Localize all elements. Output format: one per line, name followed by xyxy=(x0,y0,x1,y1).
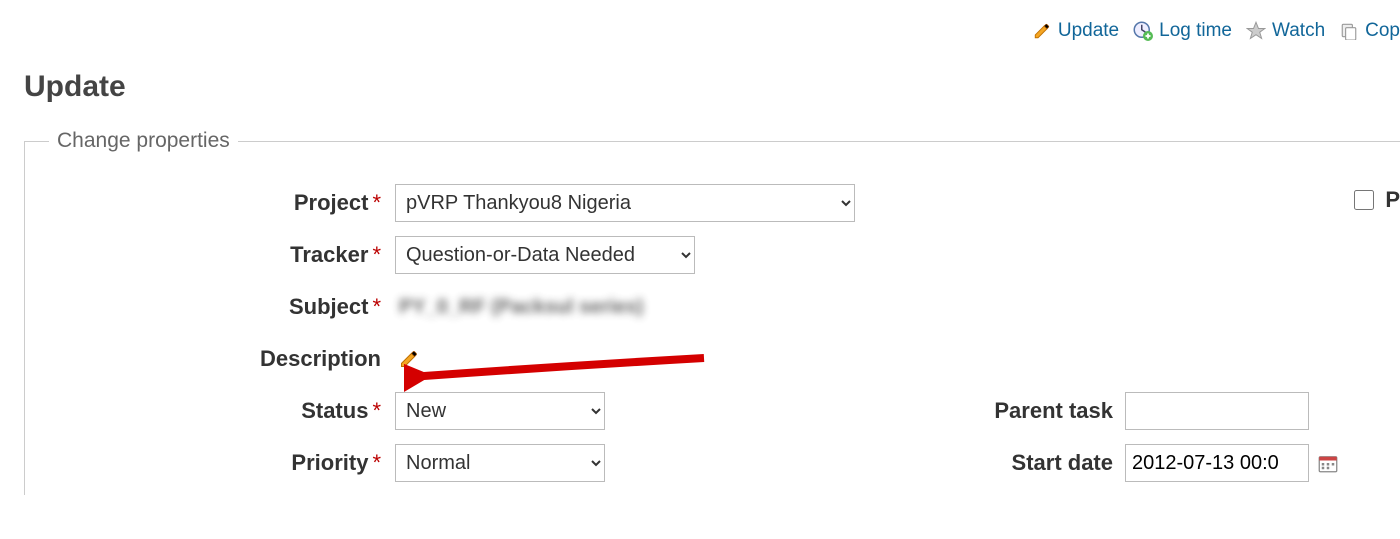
required-star: * xyxy=(372,398,381,423)
update-link[interactable]: Update xyxy=(1032,20,1119,42)
private-checkbox[interactable] xyxy=(1354,190,1374,210)
priority-select[interactable]: Normal xyxy=(395,444,605,482)
update-link-label: Update xyxy=(1058,20,1119,42)
tracker-select[interactable]: Question-or-Data Needed xyxy=(395,236,695,274)
tracker-label: Tracker* xyxy=(25,242,395,268)
copy-icon xyxy=(1339,21,1359,41)
pencil-icon xyxy=(1032,21,1052,41)
edit-description-button[interactable] xyxy=(397,347,421,371)
clock-plus-icon xyxy=(1133,21,1153,41)
watch-link-label: Watch xyxy=(1272,20,1325,42)
star-icon xyxy=(1246,21,1266,41)
private-label: P xyxy=(1385,187,1400,213)
calendar-icon[interactable] xyxy=(1317,452,1339,474)
change-properties-legend: Change properties xyxy=(49,129,238,153)
project-label: Project* xyxy=(25,190,395,216)
parent-task-label: Parent task xyxy=(875,398,1125,424)
change-properties-box: Change properties P Project* pVRP Thanky… xyxy=(24,129,1400,495)
copy-link[interactable]: Cop xyxy=(1339,20,1400,42)
priority-label: Priority* xyxy=(25,450,395,476)
watch-link[interactable]: Watch xyxy=(1246,20,1325,42)
copy-link-label: Cop xyxy=(1365,20,1400,42)
description-label: Description xyxy=(25,346,395,372)
start-date-input[interactable] xyxy=(1125,444,1309,482)
logtime-link-label: Log time xyxy=(1159,20,1232,42)
parent-task-input[interactable] xyxy=(1125,392,1309,430)
status-select[interactable]: New xyxy=(395,392,605,430)
logtime-link[interactable]: Log time xyxy=(1133,20,1232,42)
page-title: Update xyxy=(24,70,1400,104)
subject-input[interactable]: PY_0_RF (Packsul series) xyxy=(395,296,1395,319)
subject-label: Subject* xyxy=(25,294,395,320)
contextual-actions: Update Log time Watch Cop xyxy=(1032,20,1400,42)
required-star: * xyxy=(372,450,381,475)
required-star: * xyxy=(372,190,381,215)
project-select[interactable]: pVRP Thankyou8 Nigeria xyxy=(395,184,855,222)
start-date-label: Start date xyxy=(875,450,1125,476)
required-star: * xyxy=(372,242,381,267)
status-label: Status* xyxy=(25,398,395,424)
private-area: P xyxy=(1350,187,1400,213)
required-star: * xyxy=(372,294,381,319)
